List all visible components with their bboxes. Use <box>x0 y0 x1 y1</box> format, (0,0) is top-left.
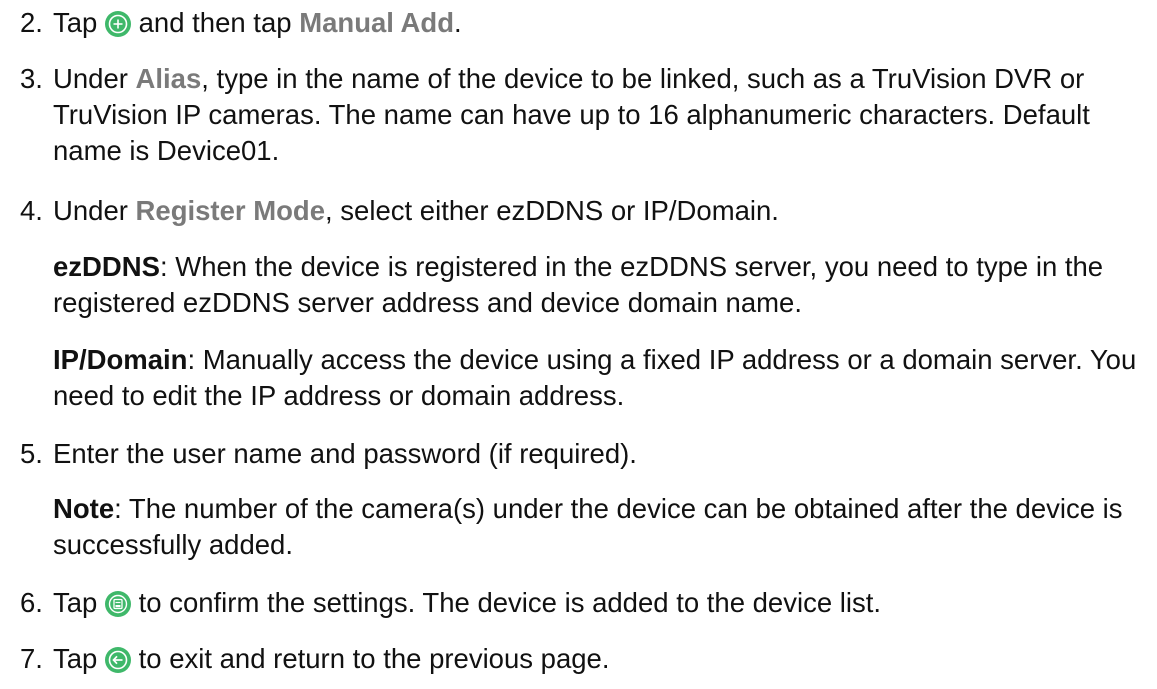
step-text: to exit and return to the previous page. <box>138 643 610 674</box>
step-text: to confirm the settings. The device is a… <box>138 587 882 618</box>
note-term: Note <box>53 493 115 524</box>
ipdomain-description: IP/Domain: Manually access the device us… <box>53 342 1149 414</box>
save-icon <box>104 591 131 617</box>
ipdomain-term: IP/Domain <box>53 344 188 375</box>
ezddns-term: ezDDNS <box>53 251 160 282</box>
back-arrow-icon <box>104 647 131 673</box>
document-page: 2. Tap and then tap Manual Add. 3. Under A… <box>0 0 1157 689</box>
step-text: . <box>454 7 462 38</box>
step-text: Tap <box>53 643 98 674</box>
step-5: 5. Enter the user name and password (if r… <box>20 436 1149 472</box>
step-3: 3. Under Alias, type in the name of the d… <box>20 61 1149 169</box>
step-number: 2. <box>20 7 43 38</box>
step-6: 6. Tap to confirm the settings. The devic… <box>20 585 1149 621</box>
step-text: and then tap <box>138 7 292 38</box>
step-4: 4. Under Register Mode, select either ezD… <box>20 193 1149 229</box>
step-text: Under <box>53 63 128 94</box>
note: Note: The number of the camera(s) under … <box>53 491 1149 563</box>
step-2: 2. Tap and then tap Manual Add. <box>20 5 1149 41</box>
register-mode-label: Register Mode <box>135 195 326 226</box>
step-7: 7. Tap to exit and return to the previous… <box>20 641 1149 677</box>
step-text: , type in the name of the device to be l… <box>53 63 1090 166</box>
manual-add-label: Manual Add <box>299 7 454 38</box>
ezddns-description: ezDDNS: When the device is registered in… <box>53 249 1149 321</box>
step-text: , select either ezDDNS or IP/Domain. <box>325 195 779 226</box>
step-number: 3. <box>20 63 43 94</box>
step-number: 4. <box>20 195 43 226</box>
plus-circle-icon <box>104 11 131 37</box>
step-text: Under <box>53 195 128 226</box>
step-text: Enter the user name and password (if req… <box>53 438 637 469</box>
ipdomain-text: : Manually access the device using a fix… <box>53 344 1137 411</box>
step-number: 5. <box>20 438 43 469</box>
alias-label: Alias <box>135 63 202 94</box>
step-number: 6. <box>20 587 43 618</box>
step-text: Tap <box>53 7 98 38</box>
note-text: : The number of the camera(s) under the … <box>53 493 1123 560</box>
step-text: Tap <box>53 587 98 618</box>
step-number: 7. <box>20 643 43 674</box>
ezddns-text: : When the device is registered in the e… <box>53 251 1104 318</box>
